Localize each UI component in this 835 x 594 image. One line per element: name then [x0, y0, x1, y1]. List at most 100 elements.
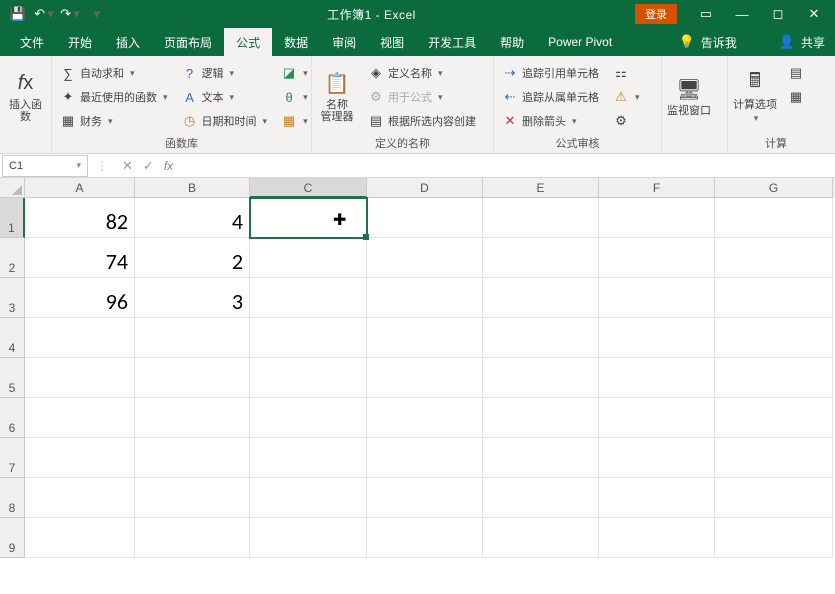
tab-file[interactable]: 文件 [8, 28, 56, 56]
trace-precedents-button[interactable]: ⇢追踪引用单元格 [498, 62, 603, 84]
name-box[interactable]: C1▾ [2, 155, 88, 177]
math-button[interactable]: θ▾ [277, 86, 312, 108]
datetime-button[interactable]: ◷日期和时间▾ [178, 110, 272, 132]
cell[interactable] [25, 318, 135, 358]
cell[interactable] [135, 478, 250, 518]
cancel-formula-button[interactable]: ✕ [122, 158, 133, 174]
cell[interactable] [250, 358, 367, 398]
cell[interactable] [135, 518, 250, 558]
cell[interactable] [367, 278, 483, 318]
cell[interactable] [250, 318, 367, 358]
cell[interactable] [135, 438, 250, 478]
error-check-button[interactable]: ⚠▾ [609, 86, 644, 108]
cell[interactable] [250, 278, 367, 318]
cell[interactable] [135, 358, 250, 398]
cell[interactable] [25, 478, 135, 518]
cell[interactable]: 4 [135, 198, 250, 238]
watch-window-button[interactable]: 🖥监视窗口 [666, 60, 712, 132]
save-button[interactable]: 💾 [6, 3, 30, 25]
tab-help[interactable]: 帮助 [488, 28, 536, 56]
col-header[interactable]: C [250, 178, 367, 198]
cell[interactable] [250, 398, 367, 438]
cell[interactable] [715, 438, 833, 478]
use-in-formula-button[interactable]: ⚙用于公式▾ [364, 86, 480, 108]
cell[interactable] [483, 398, 599, 438]
tellme-label[interactable]: 告诉我 [701, 34, 737, 51]
tab-layout[interactable]: 页面布局 [152, 28, 224, 56]
row-header[interactable]: 5 [0, 358, 25, 398]
cell[interactable] [367, 518, 483, 558]
cell[interactable] [715, 398, 833, 438]
tab-dev[interactable]: 开发工具 [416, 28, 488, 56]
formula-input[interactable] [179, 155, 835, 177]
cell[interactable] [367, 478, 483, 518]
cell[interactable] [715, 318, 833, 358]
cell[interactable]: 2 [135, 238, 250, 278]
tab-insert[interactable]: 插入 [104, 28, 152, 56]
remove-arrows-button[interactable]: ✕删除箭头▾ [498, 110, 603, 132]
tab-data[interactable]: 数据 [272, 28, 320, 56]
cell[interactable] [367, 238, 483, 278]
col-header[interactable]: B [135, 178, 250, 198]
cell[interactable] [715, 518, 833, 558]
cell[interactable] [483, 438, 599, 478]
row-header[interactable]: 3 [0, 278, 25, 318]
row-header[interactable]: 4 [0, 318, 25, 358]
qat-customize[interactable]: ▾ [84, 3, 108, 25]
row-header[interactable]: 8 [0, 478, 25, 518]
cell[interactable] [250, 478, 367, 518]
cell[interactable]: 82 [25, 198, 135, 238]
cell[interactable] [483, 278, 599, 318]
cell[interactable] [599, 238, 715, 278]
undo-button[interactable]: ↶▾ [32, 3, 56, 25]
cell[interactable] [599, 318, 715, 358]
col-header[interactable]: E [483, 178, 599, 198]
maximize-button[interactable]: ◻ [761, 3, 795, 25]
name-manager-button[interactable]: 📋名称 管理器 [316, 60, 358, 132]
cell[interactable] [25, 518, 135, 558]
calc-options-button[interactable]: 🖩计算选项▾ [732, 60, 778, 132]
tab-view[interactable]: 视图 [368, 28, 416, 56]
financial-button[interactable]: ▦财务▾ [56, 110, 172, 132]
cell[interactable] [483, 198, 599, 238]
row-header[interactable]: 7 [0, 438, 25, 478]
cell[interactable] [599, 398, 715, 438]
cell[interactable] [25, 438, 135, 478]
cell[interactable] [250, 438, 367, 478]
row-header[interactable]: 2 [0, 238, 25, 278]
cell[interactable] [483, 518, 599, 558]
cell[interactable] [250, 518, 367, 558]
cell[interactable] [715, 238, 833, 278]
cell[interactable] [135, 398, 250, 438]
select-all-corner[interactable] [0, 178, 25, 198]
cell[interactable] [25, 398, 135, 438]
cell[interactable] [135, 318, 250, 358]
logical-button[interactable]: ?逻辑▾ [178, 62, 272, 84]
cell[interactable] [25, 358, 135, 398]
cell[interactable] [367, 318, 483, 358]
cell[interactable] [599, 478, 715, 518]
close-button[interactable]: ✕ [797, 3, 831, 25]
create-from-selection-button[interactable]: ▤根据所选内容创建 [364, 110, 480, 132]
cell[interactable] [483, 478, 599, 518]
row-header[interactable]: 9 [0, 518, 25, 558]
cell[interactable] [599, 358, 715, 398]
show-formulas-button[interactable]: ⚏ [609, 62, 644, 84]
more-functions-button[interactable]: ▦▾ [277, 110, 312, 132]
cell[interactable]: 96 [25, 278, 135, 318]
col-header[interactable]: A [25, 178, 135, 198]
col-header[interactable]: F [599, 178, 715, 198]
cell[interactable]: 3 [135, 278, 250, 318]
insert-function-button[interactable]: fx插入函数 [4, 60, 47, 132]
col-header[interactable]: D [367, 178, 483, 198]
worksheet-grid[interactable]: ABCDEFG ✚ 182427423963456789 [0, 178, 835, 594]
row-header[interactable]: 1 [0, 198, 25, 238]
redo-button[interactable]: ↷▾ [58, 3, 82, 25]
ribbon-display-button[interactable]: ▭ [689, 3, 723, 25]
cell[interactable] [599, 438, 715, 478]
evaluate-button[interactable]: ⚙ [609, 110, 644, 132]
define-name-button[interactable]: ◈定义名称▾ [364, 62, 480, 84]
cell[interactable] [250, 238, 367, 278]
cell[interactable] [367, 358, 483, 398]
cell[interactable] [367, 198, 483, 238]
